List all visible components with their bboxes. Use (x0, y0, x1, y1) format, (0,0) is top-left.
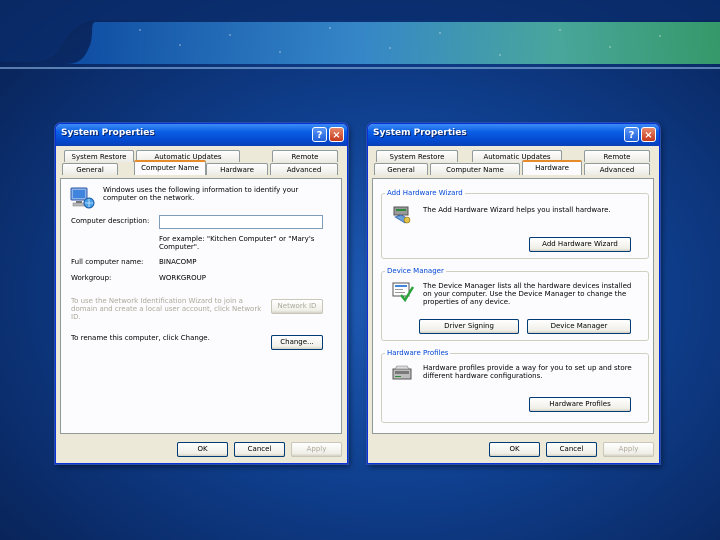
apply-button[interactable]: Apply (603, 442, 654, 457)
change-button[interactable]: Change... (271, 335, 323, 350)
computer-network-icon (70, 187, 95, 209)
tab-general[interactable]: General (62, 163, 118, 175)
computer-description-label: Computer description: (71, 217, 150, 225)
intro-text: Windows uses the following information t… (103, 186, 299, 202)
system-properties-window-hardware: System Properties ? × System Restore Aut… (367, 123, 660, 464)
title-bar[interactable]: System Properties ? × (368, 124, 659, 146)
tab-computer-name[interactable]: Computer Name (134, 160, 206, 175)
tab-remote[interactable]: Remote (272, 150, 338, 162)
add-hardware-icon (393, 206, 411, 224)
window-title: System Properties (61, 128, 155, 138)
tab-system-restore[interactable]: System Restore (64, 150, 134, 162)
close-button[interactable]: × (329, 127, 344, 142)
hardware-profiles-text: Hardware profiles provide a way for you … (423, 364, 632, 380)
close-button[interactable]: × (641, 127, 656, 142)
workgroup-label: Workgroup: (71, 274, 112, 282)
tab-strip: System Restore Automatic Updates Remote … (60, 150, 343, 180)
tab-general[interactable]: General (374, 163, 428, 175)
tab-hardware[interactable]: Hardware (522, 160, 582, 175)
ok-button[interactable]: OK (489, 442, 540, 457)
hardware-profiles-icon (392, 365, 412, 380)
computer-description-input[interactable] (159, 215, 323, 229)
tab-remote[interactable]: Remote (584, 150, 650, 162)
window-title: System Properties (373, 128, 467, 138)
full-name-value: BINACOMP (159, 258, 197, 266)
rename-text: To rename this computer, click Change. (71, 334, 210, 342)
device-manager-group-title: Device Manager (385, 267, 446, 275)
decorative-banner (0, 0, 720, 69)
tab-hardware[interactable]: Hardware (206, 163, 268, 175)
tab-advanced[interactable]: Advanced (270, 163, 338, 175)
device-manager-text: The Device Manager lists all the hardwar… (423, 282, 632, 306)
system-properties-window-computer-name: System Properties ? × System Restore Aut… (55, 123, 348, 464)
device-manager-button[interactable]: Device Manager (527, 319, 631, 334)
tab-system-restore[interactable]: System Restore (376, 150, 458, 162)
add-hardware-wizard-button[interactable]: Add Hardware Wizard (529, 237, 631, 252)
device-manager-icon (392, 282, 415, 303)
add-hardware-wizard-text: The Add Hardware Wizard helps you instal… (423, 206, 611, 214)
help-button[interactable]: ? (624, 127, 639, 142)
ok-button[interactable]: OK (177, 442, 228, 457)
help-button[interactable]: ? (312, 127, 327, 142)
hardware-profiles-group-title: Hardware Profiles (385, 349, 451, 357)
tab-computer-name[interactable]: Computer Name (430, 163, 520, 175)
tab-panel: Windows uses the following information t… (60, 178, 342, 434)
example-text: For example: "Kitchen Computer" or "Mary… (159, 235, 315, 251)
cancel-button[interactable]: Cancel (546, 442, 597, 457)
full-name-label: Full computer name: (71, 258, 144, 266)
driver-signing-button[interactable]: Driver Signing (419, 319, 519, 334)
workgroup-value: WORKGROUP (159, 274, 207, 282)
tab-advanced[interactable]: Advanced (584, 163, 650, 175)
hardware-profiles-button[interactable]: Hardware Profiles (529, 397, 631, 412)
network-id-button[interactable]: Network ID (271, 299, 323, 314)
tab-strip: System Restore Automatic Updates Remote … (372, 150, 655, 180)
add-hardware-wizard-group-title: Add Hardware Wizard (385, 189, 465, 197)
title-bar[interactable]: System Properties ? × (56, 124, 347, 146)
cancel-button[interactable]: Cancel (234, 442, 285, 457)
network-id-text: To use the Network Identification Wizard… (71, 297, 262, 321)
apply-button[interactable]: Apply (291, 442, 342, 457)
tab-panel: Add Hardware Wizard The Add Hardware Wiz… (372, 178, 654, 434)
